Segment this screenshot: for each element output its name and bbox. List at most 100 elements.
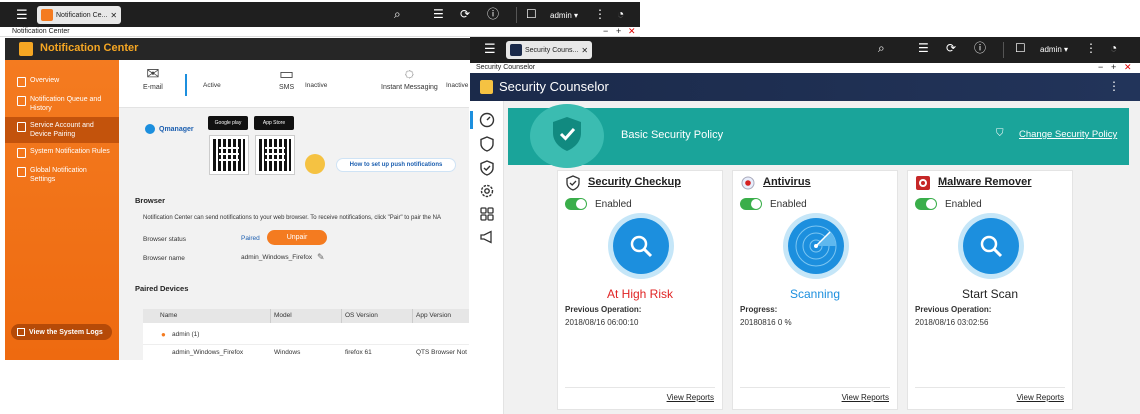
view-system-logs-button[interactable]: View the System Logs bbox=[11, 324, 112, 340]
close-icon[interactable]: ✕ bbox=[628, 26, 636, 37]
info-icon[interactable]: ⓘ bbox=[487, 8, 499, 20]
push-notifications-link[interactable]: How to set up push notifications bbox=[336, 158, 456, 172]
channel-im[interactable]: ◌ Instant Messaging bbox=[381, 66, 438, 91]
nc-app-tab[interactable]: Notification Ce... ✕ bbox=[37, 6, 122, 24]
minimize-icon[interactable]: − bbox=[603, 26, 608, 36]
progress-value: 20180816 0 % bbox=[740, 318, 792, 327]
megaphone-icon[interactable] bbox=[479, 229, 495, 245]
action-button[interactable] bbox=[608, 213, 674, 279]
user-icon[interactable]: ☐ bbox=[526, 8, 537, 20]
settings-icon bbox=[17, 167, 26, 177]
sidebar-item-queue[interactable]: Notification Queue and History bbox=[5, 91, 119, 117]
gear-icon[interactable] bbox=[479, 183, 495, 199]
more-icon[interactable]: ⋮ bbox=[1085, 42, 1097, 54]
username: admin bbox=[550, 11, 572, 20]
card-title[interactable]: Security Checkup bbox=[588, 176, 681, 188]
search-icon[interactable]: ⌕ bbox=[394, 8, 401, 20]
sidebar-item-label: Overview bbox=[30, 77, 60, 84]
unpair-label: Unpair bbox=[286, 234, 308, 241]
sidebar-item-settings[interactable]: Global Notification Settings bbox=[5, 162, 119, 188]
edit-icon[interactable]: ✎ bbox=[317, 252, 325, 263]
refresh-icon[interactable]: ⟳ bbox=[460, 8, 470, 20]
close-tab-icon[interactable]: ✕ bbox=[581, 46, 588, 55]
view-reports-link[interactable]: View Reports bbox=[667, 393, 714, 402]
group-row-label: admin (1) bbox=[172, 331, 200, 338]
magnifier-icon bbox=[630, 235, 653, 258]
menu-icon[interactable]: ☰ bbox=[484, 42, 496, 55]
sidebar-item-label: Global Notification Settings bbox=[30, 167, 87, 183]
shield-check-icon[interactable] bbox=[479, 160, 495, 176]
browser-name-value: admin_Windows_Firefox bbox=[241, 254, 313, 261]
app-store-label: App Store bbox=[262, 120, 286, 126]
menu-icon[interactable]: ☰ bbox=[16, 8, 28, 21]
security-checkup-card: Security Checkup Enabled At High Risk Pr… bbox=[557, 170, 723, 410]
card-divider bbox=[565, 387, 715, 388]
sidebar-item-rules[interactable]: System Notification Rules bbox=[5, 143, 119, 162]
app-store-badge[interactable]: App Store bbox=[254, 116, 294, 130]
stack-icon[interactable]: ☰ bbox=[918, 42, 929, 54]
view-reports-link[interactable]: View Reports bbox=[842, 393, 889, 402]
card-title[interactable]: Malware Remover bbox=[938, 176, 1032, 188]
sidebar-item-label: Service Account and Device Pairing bbox=[30, 122, 94, 138]
sc-tab-title: Security Couns... bbox=[525, 46, 579, 54]
shield-settings-icon: ⛉ bbox=[996, 128, 1004, 139]
apps-grid-icon[interactable] bbox=[479, 206, 495, 222]
scan-progress-ring[interactable] bbox=[783, 213, 849, 279]
info-icon[interactable]: ⓘ bbox=[974, 42, 986, 54]
browser-description: Notification Center can send notificatio… bbox=[143, 215, 441, 221]
table-row-group[interactable]: ● admin (1) bbox=[143, 323, 469, 345]
stack-icon[interactable]: ☰ bbox=[433, 8, 444, 20]
mail-icon: ✉ bbox=[146, 66, 160, 83]
unpair-button[interactable]: Unpair bbox=[267, 230, 327, 245]
nc-top-bar: ☰ Notification Ce... ✕ ⌕ ☰ ⟳ ⓘ ☐ admin ▾… bbox=[0, 2, 640, 29]
more-icon[interactable]: ⋮ bbox=[1108, 80, 1120, 92]
channel-label: E-mail bbox=[143, 84, 163, 91]
enabled-toggle[interactable] bbox=[915, 198, 937, 210]
close-icon[interactable]: ✕ bbox=[1124, 62, 1132, 73]
sc-app-tab[interactable]: Security Couns... ✕ bbox=[506, 41, 593, 59]
channel-label: Instant Messaging bbox=[381, 84, 438, 91]
column-divider bbox=[270, 309, 271, 323]
view-reports-link[interactable]: View Reports bbox=[1017, 393, 1064, 402]
status-text: At High Risk bbox=[606, 287, 674, 301]
maximize-icon[interactable]: + bbox=[616, 26, 621, 36]
channel-sms[interactable]: ▭ SMS bbox=[279, 66, 294, 91]
card-divider bbox=[915, 387, 1065, 388]
sidebar-item-pairing[interactable]: Service Account and Device Pairing bbox=[5, 117, 119, 143]
user-menu[interactable]: admin ▾ bbox=[550, 11, 578, 20]
user-icon[interactable]: ☐ bbox=[1015, 42, 1026, 54]
column-header: App Version bbox=[416, 312, 452, 319]
enabled-label: Enabled bbox=[595, 199, 632, 210]
shield-check-icon bbox=[566, 175, 580, 191]
progress-label: Progress: bbox=[740, 305, 778, 314]
refresh-icon[interactable]: ⟳ bbox=[946, 42, 956, 54]
maximize-icon[interactable]: + bbox=[1111, 62, 1116, 72]
shield-settings-icon[interactable] bbox=[479, 136, 495, 152]
table-row[interactable]: admin_Windows_Firefox Windows firefox 61… bbox=[143, 345, 469, 360]
enabled-toggle[interactable] bbox=[740, 198, 762, 210]
more-icon[interactable]: ⋮ bbox=[594, 8, 606, 20]
channel-email[interactable]: ✉ E-mail bbox=[143, 66, 163, 91]
column-header: OS Version bbox=[345, 312, 378, 319]
sidebar-item-overview[interactable]: Overview bbox=[5, 72, 119, 91]
enabled-label: Enabled bbox=[945, 199, 982, 210]
user-menu[interactable]: admin ▾ bbox=[1040, 45, 1068, 54]
card-title[interactable]: Antivirus bbox=[763, 176, 811, 188]
overview-icon[interactable] bbox=[479, 112, 495, 128]
dashboard-icon[interactable]: ◔ bbox=[1110, 42, 1117, 54]
start-scan-button[interactable] bbox=[958, 213, 1024, 279]
sc-nav-rail bbox=[470, 101, 504, 414]
dashboard-icon[interactable]: ◔ bbox=[617, 8, 624, 20]
search-icon[interactable]: ⌕ bbox=[878, 42, 885, 54]
google-play-badge[interactable]: Google play bbox=[208, 116, 248, 130]
close-tab-icon[interactable]: ✕ bbox=[110, 11, 117, 20]
nc-window-title: Notification Center bbox=[12, 28, 70, 35]
enabled-toggle[interactable] bbox=[565, 198, 587, 210]
change-security-policy-link[interactable]: Change Security Policy bbox=[1019, 129, 1117, 140]
previous-operation-label: Previous Operation: bbox=[915, 305, 992, 314]
antivirus-card: Antivirus Enabled Scanning Progress: 201… bbox=[732, 170, 898, 410]
nc-main-content: ✉ E-mail Active ▭ SMS Inactive ◌ Instant Me… bbox=[119, 60, 469, 360]
mascot-icon bbox=[305, 154, 325, 174]
device-os-cell: firefox 61 bbox=[345, 349, 372, 356]
minimize-icon[interactable]: − bbox=[1098, 62, 1103, 72]
